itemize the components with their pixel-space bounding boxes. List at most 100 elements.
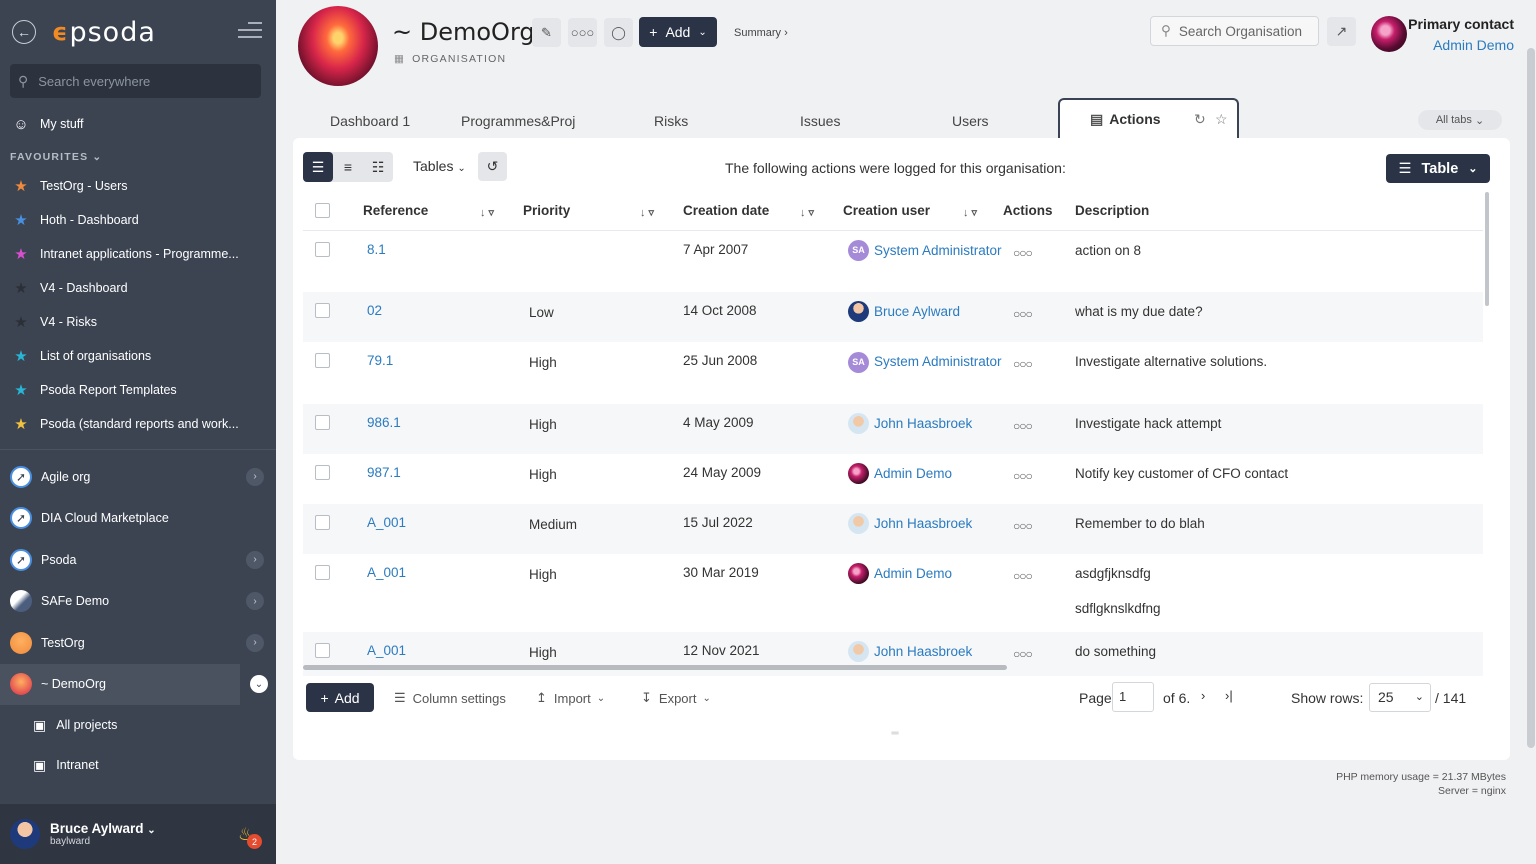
page-scrollbar[interactable] [1527, 48, 1535, 748]
tables-dropdown[interactable]: Tables ⌄ [413, 158, 466, 174]
row-checkbox[interactable] [315, 353, 330, 368]
add-row-button[interactable]: + Add [306, 683, 374, 712]
column-header-priority[interactable]: Priority ↓ ▿ [523, 192, 683, 231]
sort-filter-icon[interactable]: ↓ ▿ [800, 206, 814, 219]
column-header-creation-user[interactable]: Creation user ↓ ▿ [843, 192, 1003, 231]
view-comfortable-icon[interactable]: ☰ [303, 152, 333, 182]
sidebar-org-item[interactable]: ➚ DIA Cloud Marketplace [0, 498, 276, 540]
sidebar-sub-item[interactable]: ▣ Intranet [0, 745, 276, 785]
chevron-right-icon[interactable]: › [246, 550, 264, 569]
horizontal-scrollbar[interactable] [303, 665, 1007, 670]
table-row[interactable]: 986.1 High 4 May 2009 John Haasbroek ○○○ Inve… [303, 404, 1483, 454]
table-view-dropdown[interactable]: ☰ Table ⌄ [1386, 154, 1490, 183]
sort-filter-icon[interactable]: ↓ ▿ [480, 206, 494, 219]
primary-contact-link[interactable]: Admin Demo [1433, 37, 1514, 53]
user-link[interactable]: Bruce Aylward [848, 301, 1003, 322]
search-organisation-input[interactable]: ⚲ Search Organisation [1150, 16, 1319, 46]
row-checkbox[interactable] [315, 241, 330, 257]
history-button[interactable]: ↺ [478, 152, 507, 181]
more-dots-icon[interactable]: ○○○ [1013, 515, 1075, 533]
menu-toggle-icon[interactable] [238, 22, 262, 43]
user-link[interactable]: SA System Administrator [848, 351, 1003, 373]
chevron-right-icon[interactable]: › [246, 467, 264, 486]
reference-link[interactable]: 987.1 [363, 465, 401, 480]
user-link[interactable]: SA System Administrator [848, 240, 1003, 262]
view-dense-icon[interactable]: ☷ [363, 152, 393, 182]
user-link[interactable]: Admin Demo [848, 563, 1003, 584]
table-row[interactable]: 02 Low 14 Oct 2008 Bruce Aylward ○○○ what is … [303, 292, 1483, 342]
reference-link[interactable]: 8.1 [363, 242, 386, 257]
more-dots-icon[interactable]: ○○○ [1013, 353, 1075, 371]
all-tabs-dropdown[interactable]: All tabs ⌄ [1418, 110, 1502, 130]
add-button[interactable]: + Add ⌄ [639, 17, 717, 47]
column-settings-button[interactable]: ☰ Column settings [394, 690, 506, 706]
table-row[interactable]: 8.1 7 Apr 2007 SA System Administrator ○○○ ac… [303, 230, 1483, 292]
row-checkbox[interactable] [315, 303, 330, 318]
more-dots-icon[interactable]: ○○○ [1013, 565, 1075, 583]
summary-link[interactable]: Summary › [734, 27, 788, 39]
last-page-icon[interactable]: ›| [1225, 688, 1233, 703]
psoda-logo[interactable]: ϵ psoda [52, 17, 156, 48]
view-compact-icon[interactable]: ≡ [333, 152, 363, 182]
tab-item[interactable]: Programmes&Proj [461, 113, 579, 129]
more-dots-icon[interactable]: ○○○ [1013, 303, 1075, 321]
reference-cell[interactable]: 79.1 [363, 342, 523, 404]
column-header-creation-date[interactable]: Creation date ↓ ▿ [683, 192, 843, 231]
reference-cell[interactable]: 987.1 [363, 454, 523, 504]
user-link[interactable]: John Haasbroek [848, 641, 1003, 662]
table-row[interactable]: 79.1 High 25 Jun 2008 SA System Administrato… [303, 342, 1483, 404]
row-checkbox[interactable] [315, 565, 330, 580]
sidebar-favourite-item[interactable]: ★ Hoth - Dashboard [0, 203, 276, 237]
reference-cell[interactable]: 02 [363, 292, 523, 342]
sidebar-favourite-item[interactable]: ★ TestOrg - Users [0, 169, 276, 203]
tab-item[interactable]: Issues [800, 113, 840, 129]
resize-handle-icon[interactable]: ═ [889, 728, 901, 739]
sidebar-org-item[interactable]: ➚ Psoda › [0, 539, 276, 581]
sort-filter-icon[interactable]: ↓ ▿ [640, 206, 654, 219]
user-link[interactable]: John Haasbroek [848, 413, 1003, 434]
tab-item[interactable]: Users [952, 113, 989, 129]
export-button[interactable]: ↧ Export ⌄ [641, 690, 711, 706]
row-checkbox[interactable] [315, 643, 330, 658]
tag-button[interactable]: ◯ [604, 18, 633, 47]
more-dots-icon[interactable]: ○○○ [1013, 465, 1075, 483]
row-checkbox[interactable] [315, 465, 330, 480]
table-row[interactable]: 987.1 High 24 May 2009 Admin Demo ○○○ Notify … [303, 454, 1483, 504]
chevron-down-icon[interactable]: ⌄ [250, 675, 268, 694]
row-checkbox[interactable] [315, 515, 330, 530]
sidebar-search[interactable]: ⚲ Search everywhere [10, 64, 261, 98]
reference-cell[interactable]: 8.1 [363, 230, 523, 292]
tab-actions[interactable]: ▤ Actions ↻ ☆ [1058, 98, 1239, 138]
reference-link[interactable]: A_001 [363, 643, 406, 658]
select-all-checkbox[interactable] [315, 203, 330, 219]
reference-link[interactable]: 02 [363, 303, 382, 318]
row-checkbox[interactable] [315, 415, 330, 430]
chevron-right-icon[interactable]: › [246, 592, 264, 611]
sort-filter-icon[interactable]: ↓ ▿ [963, 206, 977, 219]
reference-link[interactable]: A_001 [363, 565, 406, 580]
more-dots-icon[interactable]: ○○○ [1013, 242, 1075, 260]
sidebar-favourite-item[interactable]: ★ Psoda (standard reports and work... [0, 407, 276, 441]
favourites-header[interactable]: FAVOURITES ⌄ [0, 141, 276, 169]
sidebar-item-my-stuff[interactable]: ☺ My stuff [0, 107, 276, 141]
table-row[interactable]: A_001 Medium 15 Jul 2022 John Haasbroek ○○○ R… [303, 504, 1483, 554]
share-button[interactable]: ↗ [1327, 17, 1356, 46]
rows-per-page-select[interactable]: 25 ⌄ [1369, 683, 1431, 712]
reference-cell[interactable]: A_001 [363, 554, 523, 632]
sidebar-user-panel[interactable]: Bruce Aylward ⌄ baylward ♨ 2 [0, 804, 276, 864]
sidebar-favourite-item[interactable]: ★ V4 - Dashboard [0, 271, 276, 305]
sidebar-org-item[interactable]: TestOrg › [0, 622, 276, 664]
page-number-input[interactable]: 1 [1112, 682, 1154, 712]
more-dots-icon[interactable]: ○○○ [1013, 643, 1075, 661]
refresh-icon[interactable]: ↻ [1194, 111, 1206, 128]
edit-button[interactable]: ✎ [532, 18, 561, 47]
user-link[interactable]: John Haasbroek [848, 513, 1003, 534]
import-button[interactable]: ↥ Import ⌄ [536, 690, 605, 706]
next-page-icon[interactable]: › [1201, 688, 1205, 703]
table-row[interactable]: A_001 High 30 Mar 2019 Admin Demo ○○○ asdgfjk… [303, 554, 1483, 632]
sidebar-org-item[interactable]: SAFe Demo › [0, 581, 276, 623]
sidebar-org-item[interactable]: ~ DemoOrg ⌄ [0, 663, 268, 705]
sidebar-favourite-item[interactable]: ★ List of organisations [0, 339, 276, 373]
reference-cell[interactable]: 986.1 [363, 404, 523, 454]
more-dots-icon[interactable]: ○○○ [1013, 415, 1075, 433]
